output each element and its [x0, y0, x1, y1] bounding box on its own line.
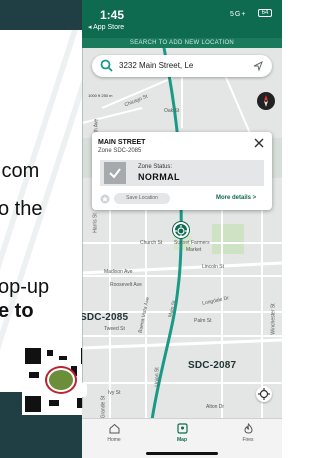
qr-finder: [25, 348, 41, 364]
qr-module: [49, 400, 59, 406]
compass-icon[interactable]: [257, 92, 275, 110]
street-label: Madison Ave: [104, 269, 133, 275]
poster-header-band: [0, 0, 82, 30]
qr-module: [47, 350, 53, 356]
street-label: Sunset Farmers: [174, 240, 210, 246]
back-to-app-store-link[interactable]: ◂ App Store: [88, 23, 124, 31]
location-arrow-icon[interactable]: [252, 60, 264, 72]
zone-status-box: Zone Status: NORMAL: [100, 160, 264, 186]
street-label: Palm St: [194, 318, 212, 324]
map-icon: [176, 423, 188, 434]
street-label: Market: [186, 247, 202, 253]
zone-status-label: Zone Status:: [138, 164, 173, 170]
clock: 1:45: [100, 8, 125, 22]
status-check-icon: [104, 162, 126, 184]
nav-item-home[interactable]: Home: [94, 423, 134, 453]
street-label: Alton Dr: [206, 404, 225, 410]
screenshot-stage: .com o the op-up e to 1:45 ◂ App Store 5…: [0, 0, 282, 458]
poster-text-line: o the: [0, 198, 43, 220]
street-label: Ivy St: [108, 390, 121, 396]
street-label: Harris St: [92, 213, 99, 233]
street-label: Church St: [140, 240, 163, 246]
star-icon[interactable]: [100, 194, 110, 204]
search-icon: [100, 59, 113, 72]
save-location-button[interactable]: Save Location: [114, 193, 170, 204]
zone-label[interactable]: SDC-2085: [82, 312, 128, 323]
poster-text-line: op-up: [0, 276, 50, 298]
poster-text-line: .com: [0, 160, 40, 182]
qr-module: [29, 372, 39, 378]
home-icon: [109, 423, 119, 434]
cellular-signal: 5G+: [230, 11, 247, 18]
side-handle[interactable]: [82, 383, 87, 397]
qr-finder: [25, 396, 41, 412]
fire-icon: [243, 423, 253, 434]
zone-status-value: NORMAL: [138, 172, 180, 182]
search-input[interactable]: 3232 Main Street, Le: [119, 61, 193, 70]
battery-icon: 64: [258, 9, 272, 17]
card-subtitle: Zone SDC-2085: [98, 148, 142, 154]
nav-label: Fires: [242, 437, 254, 443]
street-label: Union St: [154, 367, 161, 387]
card-title: MAIN STREET: [98, 139, 146, 146]
zone-popup-card: MAIN STREET Zone SDC-2085 Zone Status: N…: [92, 132, 272, 210]
qr-center-logo: [47, 368, 75, 392]
street-label: Oak St: [164, 108, 180, 114]
search-bar[interactable]: 3232 Main Street, Le: [92, 55, 272, 77]
search-banner: SEARCH TO ADD NEW LOCATION: [82, 38, 282, 48]
close-icon[interactable]: [253, 137, 265, 149]
poster-text-line: e to: [0, 300, 34, 322]
location-pin-icon[interactable]: [173, 222, 189, 238]
street-label: Lincoln St: [202, 264, 224, 270]
recenter-button[interactable]: [256, 386, 272, 402]
park-area: [212, 224, 244, 254]
status-bar: 1:45 ◂ App Store 5G+ 64: [82, 0, 282, 38]
street-label: Winchester St: [270, 303, 277, 335]
qr-module: [59, 356, 67, 360]
nav-label: Home: [107, 437, 121, 443]
home-indicator: [146, 452, 218, 455]
phone-screen: 1:45 ◂ App Store 5G+ 64 SEARCH TO ADD NE…: [82, 0, 282, 458]
crosshair-icon: [258, 388, 270, 400]
street-label: Tweed St: [104, 326, 125, 332]
nav-item-fires[interactable]: Fires: [228, 423, 268, 453]
more-details-link[interactable]: More details >: [216, 195, 256, 201]
zone-label[interactable]: SDC-2087: [188, 360, 236, 371]
nav-label: Map: [177, 437, 187, 443]
street-label: Grande St: [100, 395, 107, 419]
street-label: Roosevelt Ave: [110, 282, 142, 288]
nav-item-map[interactable]: Map: [162, 423, 202, 453]
map-scale: 1000 ft 250 m: [88, 93, 113, 98]
